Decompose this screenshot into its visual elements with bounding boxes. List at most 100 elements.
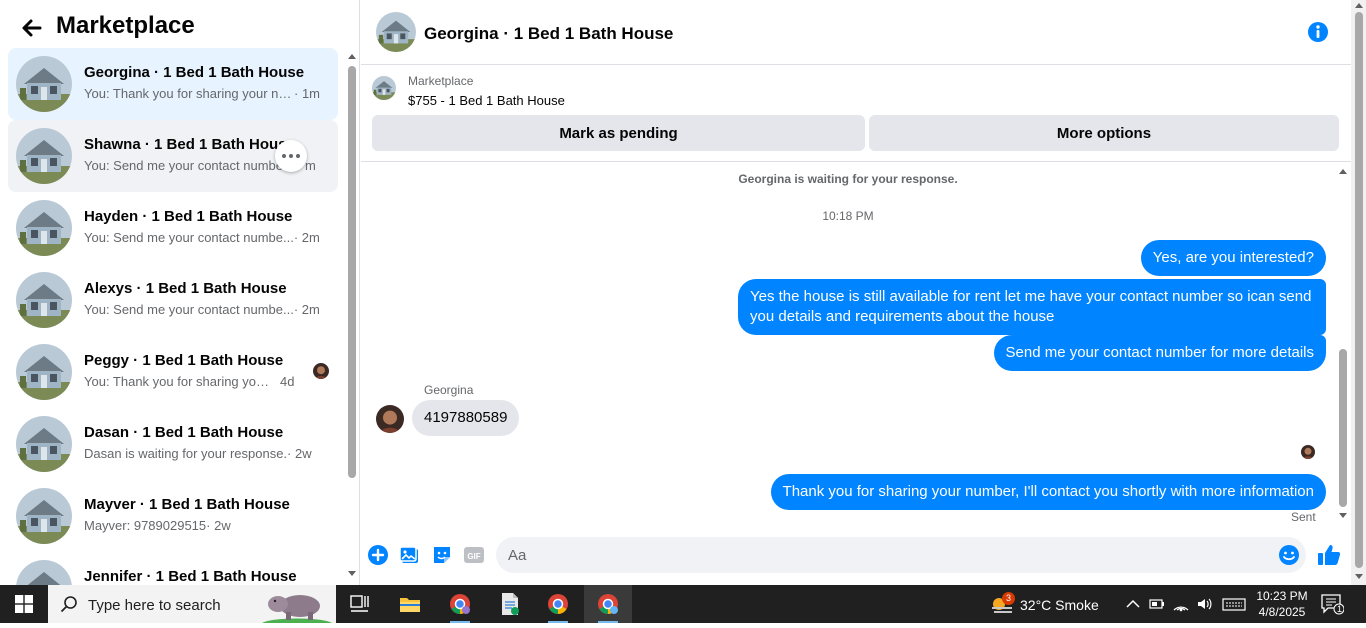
back-arrow-icon[interactable] [18,14,46,42]
file-explorer-icon[interactable] [386,585,434,623]
clock-date: 4/8/2025 [1258,605,1306,619]
house-thumbnail [16,272,72,328]
listing-panel: Marketplace $755 - 1 Bed 1 Bath House Ma… [361,66,1351,162]
chat-title[interactable]: Georgina · 1 Bed 1 Bath House [424,24,673,44]
chat-panel: Georgina · 1 Bed 1 Bath House Marketplac… [361,0,1351,585]
task-view-icon[interactable] [336,585,384,623]
scrollbar-thumb[interactable] [1355,12,1363,568]
conversation-time: 4d [280,374,295,389]
scroll-down-arrow[interactable] [1339,513,1347,518]
house-thumbnail [16,416,72,472]
gif-icon[interactable]: GIF [463,544,485,566]
thumbs-up-icon[interactable] [1317,544,1341,566]
outgoing-message[interactable]: Thank you for sharing your number, I'll … [770,474,1326,510]
conversation-preview: You: Send me your contact numbe...· 2m [84,302,324,317]
conversation-list: Georgina · 1 Bed 1 Bath House You: Thank… [8,48,338,585]
document-app-icon[interactable] [486,585,534,623]
sender-avatar[interactable] [376,405,404,433]
conversation-title: Mayver · 1 Bed 1 Bath House [84,496,290,513]
search-icon [60,595,78,613]
waiting-notice: Georgina is waiting for your response. [738,172,958,186]
conversation-title: Alexys · 1 Bed 1 Bath House [84,280,287,297]
wifi-icon[interactable] [1172,595,1190,613]
conversation-preview: You: Send me your contact numbe...· 2m [84,230,324,245]
plus-icon[interactable] [367,544,389,566]
conversation-time: · 2m [293,302,320,317]
conversation-snippet: You: Send me your contact numbe [84,158,283,173]
conversation-sidebar: Marketplace Georgina · 1 Bed 1 Bath Hous… [0,0,360,585]
scroll-up-arrow[interactable] [1355,3,1363,8]
conversation-item-georgina[interactable]: Georgina · 1 Bed 1 Bath House You: Thank… [8,48,338,120]
more-options-button[interactable]: More options [869,115,1339,151]
chrome-profile-active-icon[interactable] [584,585,632,623]
chrome-icon[interactable] [534,585,582,623]
windows-taskbar: Type here to search 3 32°C Smoke 10:23 P… [0,585,1366,623]
seen-avatar [313,363,329,379]
outgoing-message[interactable]: Yes the house is still available for ren… [738,279,1326,335]
house-thumbnail [16,56,72,112]
conversation-item-shawna[interactable]: Shawna · 1 Bed 1 Bath House You: Send me… [8,120,338,192]
taskbar-search-box[interactable]: Type here to search [48,585,336,623]
mark-as-pending-button[interactable]: Mark as pending [372,115,865,151]
message-input-wrapper [496,537,1306,573]
listing-label: Marketplace [408,74,474,88]
message-composer: GIF [361,528,1351,585]
taskbar-clock[interactable]: 10:23 PM 4/8/2025 [1250,588,1314,620]
clock-time: 10:23 PM [1256,589,1308,603]
scroll-up-arrow[interactable] [348,54,356,59]
svg-text:GIF: GIF [467,552,480,561]
scroll-down-arrow[interactable] [1355,574,1363,579]
conversation-preview: You: Thank you for sharing your ... 4d [84,374,324,389]
conversation-item-mayver[interactable]: Mayver · 1 Bed 1 Bath House Mayver: 9789… [8,480,338,552]
message-thread: Georgina is waiting for your response. 1… [361,163,1351,528]
emoji-icon[interactable] [1278,544,1300,566]
scrollbar-thumb[interactable] [1339,349,1347,507]
notification-center-icon[interactable]: 1 [1320,593,1345,615]
conversation-title: Peggy · 1 Bed 1 Bath House [84,352,284,369]
conversation-snippet: Dasan is waiting for your response. [84,446,288,461]
battery-icon[interactable] [1148,595,1166,613]
weather-widget[interactable]: 3 32°C Smoke [988,585,1108,623]
outgoing-message[interactable]: Send me your contact number for more det… [993,335,1326,371]
message-timestamp: 10:18 PM [822,209,874,223]
photo-icon[interactable] [399,544,421,566]
message-input[interactable] [508,537,1268,573]
volume-icon[interactable] [1196,595,1214,613]
chevron-up-icon[interactable] [1124,595,1142,613]
house-thumbnail[interactable] [376,12,416,52]
conversation-preview: Mayver: 9789029515· 2w [84,518,324,533]
conversation-item-jennifer[interactable]: Jennifer · 1 Bed 1 Bath House [8,552,338,585]
incoming-message[interactable]: 4197880589 [412,400,520,436]
scroll-up-arrow[interactable] [1339,169,1347,174]
chat-scrollbar[interactable] [1336,163,1350,528]
scrollbar-thumb[interactable] [348,66,356,478]
conversation-item-hayden[interactable]: Hayden · 1 Bed 1 Bath House You: Send me… [8,192,338,264]
conversation-preview: Dasan is waiting for your response.· 2w [84,446,324,461]
search-placeholder: Type here to search [88,597,221,614]
conversation-snippet: You: Send me your contact numbe... [84,302,294,317]
conversation-item-alexys[interactable]: Alexys · 1 Bed 1 Bath House You: Send me… [8,264,338,336]
conversation-title: Jennifer · 1 Bed 1 Bath House [84,568,297,585]
windows-start-icon[interactable] [0,585,48,623]
conversation-snippet: Mayver: 9789029515 [84,518,207,533]
conversation-time: · 2w [206,518,231,533]
info-icon[interactable] [1307,21,1329,43]
sidebar-scrollbar[interactable] [344,50,359,585]
house-thumbnail [16,128,72,184]
conversation-title: Dasan · 1 Bed 1 Bath House [84,424,284,441]
chrome-profile-icon[interactable] [436,585,484,623]
house-thumbnail[interactable] [372,76,396,100]
listing-price-title[interactable]: $755 - 1 Bed 1 Bath House [408,93,565,108]
conversation-item-peggy[interactable]: Peggy · 1 Bed 1 Bath House You: Thank yo… [8,336,338,408]
conversation-title: Georgina · 1 Bed 1 Bath House [84,64,305,81]
outgoing-message[interactable]: Yes, are you interested? [1140,240,1326,276]
scroll-down-arrow[interactable] [348,571,356,576]
page-scrollbar[interactable] [1351,0,1366,585]
sticker-icon[interactable] [431,544,453,566]
hippo-illustration-icon [262,587,332,623]
read-receipt-avatar [1301,445,1315,459]
more-options-button[interactable] [275,140,307,172]
house-thumbnail [16,488,72,544]
conversation-item-dasan[interactable]: Dasan · 1 Bed 1 Bath House Dasan is wait… [8,408,338,480]
keyboard-icon[interactable] [1222,595,1246,613]
